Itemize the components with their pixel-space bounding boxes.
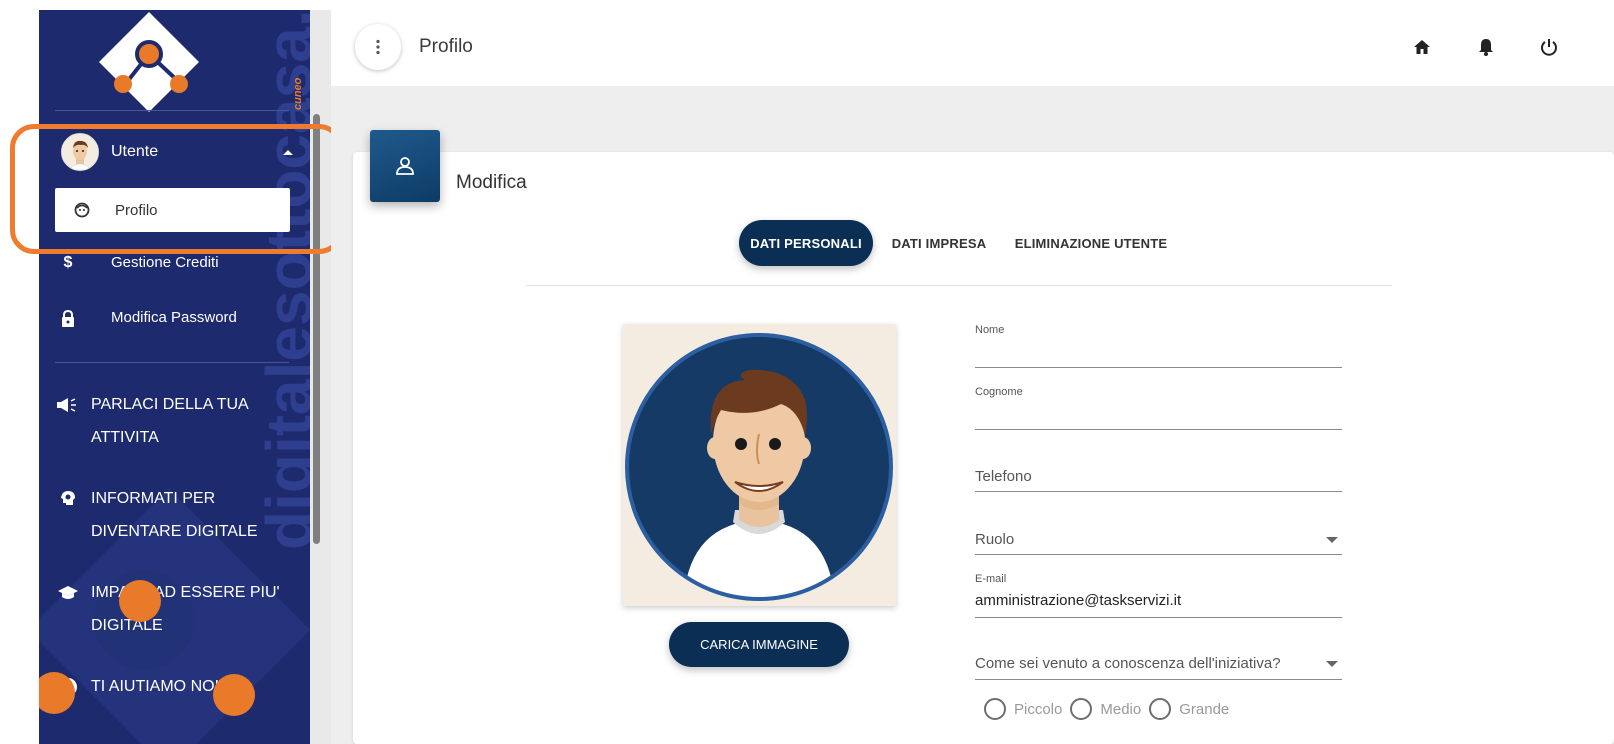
user-outline-icon [370,130,440,202]
field-label: E-mail [975,573,1007,585]
more-menu-button[interactable] [355,24,401,70]
sidebar-item-label: TI AIUTIAMO NOI [91,678,220,695]
sidebar-item-label: Modifica Password [111,309,237,326]
sidebar-item-label: DIGITALE [91,617,163,634]
graduation-cap-icon [53,584,83,602]
power-icon[interactable] [1538,36,1560,58]
conoscenza-select[interactable]: Come sei venuto a conoscenza dell'inizia… [975,646,1342,680]
brand-logo[interactable] [97,10,201,114]
ruolo-select[interactable]: Ruolo [975,520,1342,555]
radio-label: Medio [1100,700,1142,718]
sidebar: digitalesottocasa.it cuneo Utente Profil… [39,10,331,744]
nome-field[interactable]: Nome [975,322,1342,368]
field-label: Come sei venuto a conoscenza dell'inizia… [975,655,1281,672]
home-icon[interactable] [1411,36,1433,58]
sidebar-item-ti-aiutiamo[interactable]: TI AIUTIAMO NOI [53,670,219,703]
upload-image-button[interactable]: CARICA IMMAGINE [669,622,849,667]
watermark-sub: cuneo [292,77,304,110]
sidebar-item-text: INFORMATI PER DIVENTARE DIGITALE [91,482,258,548]
sidebar-item-label: INFORMATI PER [91,490,216,507]
field-label: Telefono [975,468,1032,485]
card-title: Modifica [456,172,527,193]
decoration-dot [119,580,161,622]
left-margin [0,0,39,744]
annotation-highlight [10,124,343,254]
vertical-dots-icon [376,39,380,55]
dropdown-arrow-icon [1326,661,1338,667]
sidebar-divider [55,362,289,363]
megaphone-icon [53,396,83,414]
sidebar-item-label: Gestione Crediti [111,254,219,271]
sidebar-item-parlaci[interactable]: PARLACI DELLA TUA ATTIVITA [53,388,249,454]
radio-label: Piccolo [1014,700,1063,718]
sidebar-item-text: TI AIUTIAMO NOI [91,670,219,703]
head-gear-icon [53,490,83,508]
decoration-dot [39,672,75,714]
dollar-icon: $ [63,254,73,271]
decoration-dot [213,674,255,716]
app-frame: digitalesottocasa.it cuneo Utente Profil… [0,0,1614,744]
email-input[interactable]: amministrazione@taskservizi.it [975,592,1181,609]
top-header: Profilo [331,0,1614,86]
sidebar-item-label: PARLACI DELLA TUA [91,396,249,413]
sidebar-item-gestione-crediti[interactable]: $ Gestione Crediti [53,254,219,272]
email-field[interactable]: E-mail amministrazione@taskservizi.it [975,572,1342,618]
cognome-field[interactable]: Cognome [975,384,1342,430]
sidebar-item-text: IMPARA AD ESSERE PIU' DIGITALE [91,576,280,642]
size-radio-group: Piccolo Medio Grande [984,698,1237,720]
field-label: Ruolo [975,531,1015,548]
sidebar-item-modifica-password[interactable]: Modifica Password [53,309,237,327]
sidebar-item-informati[interactable]: INFORMATI PER DIVENTARE DIGITALE [53,482,258,548]
sidebar-item-text: PARLACI DELLA TUA ATTIVITA [91,388,249,454]
tab-dati-impresa[interactable]: DATI IMPRESA [882,220,996,266]
profile-photo [623,324,896,606]
lock-icon [53,309,83,327]
telefono-field[interactable]: Telefono [975,458,1342,492]
sidebar-item-label: ATTIVITA [91,429,159,446]
sidebar-item-label: DIVENTARE DIGITALE [91,523,258,540]
radio-label: Grande [1179,700,1230,718]
tab-eliminazione-utente[interactable]: ELIMINAZIONE UTENTE [1006,220,1176,266]
sidebar-divider [55,110,289,111]
tab-dati-personali[interactable]: DATI PERSONALI [739,220,873,266]
sidebar-item-impara[interactable]: IMPARA AD ESSERE PIU' DIGITALE [53,576,280,642]
field-label: Cognome [975,386,1023,398]
bell-icon[interactable] [1475,36,1497,58]
tabs-divider [526,285,1392,286]
page-title: Profilo [419,36,473,57]
radio-medio[interactable] [1070,698,1093,720]
field-label: Nome [975,324,1005,336]
radio-piccolo[interactable] [984,698,1006,720]
dropdown-arrow-icon [1326,537,1338,543]
radio-grande[interactable] [1149,698,1172,720]
